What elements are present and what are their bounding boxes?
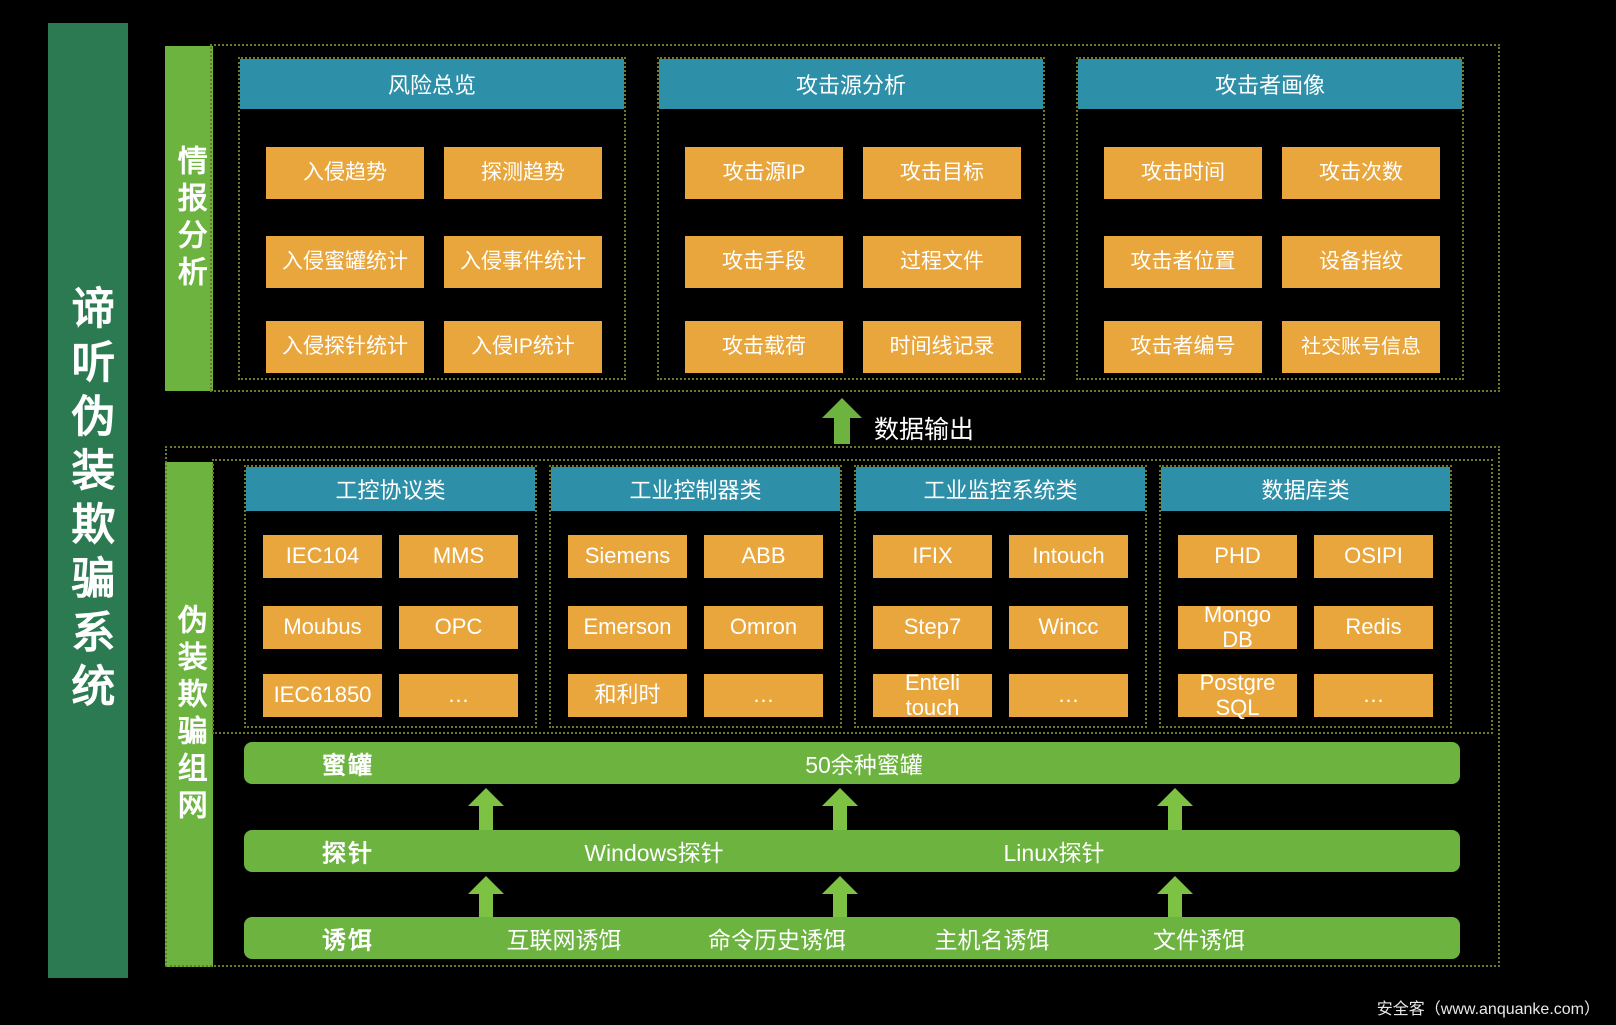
panel-industrial-controllers: 工业控制器类 Siemens ABB Emerson Omron 和利时 …	[549, 465, 842, 728]
cell-item[interactable]: 攻击次数	[1282, 147, 1440, 199]
cell-item[interactable]: 攻击者编号	[1104, 321, 1262, 373]
panel-industrial-monitoring: 工业监控系统类 IFIX Intouch Step7 Wincc Enteli …	[854, 465, 1147, 728]
section-label-intelligence-analysis: 情报分析	[165, 46, 213, 391]
bait-bar-item: 文件诱饵	[1153, 927, 1245, 953]
cell-item[interactable]: 探测趋势	[444, 147, 602, 199]
panel-title: 工控协议类	[246, 467, 535, 511]
cell-item[interactable]: Intouch	[1009, 535, 1128, 578]
cell-item[interactable]: Step7	[873, 606, 992, 649]
panel-ics-protocols: 工控协议类 IEC104 MMS Moubus OPC IEC61850 …	[244, 465, 537, 728]
cell-item[interactable]: 攻击时间	[1104, 147, 1262, 199]
honeypot-bar: 蜜罐 50余种蜜罐	[244, 742, 1460, 784]
probe-bar-label: 探针	[322, 840, 374, 868]
cell-item[interactable]: 入侵蜜罐统计	[266, 236, 424, 288]
probe-to-honeypot-arrow-icon	[1157, 788, 1193, 830]
cell-item[interactable]: 时间线记录	[863, 321, 1021, 373]
cell-item[interactable]: Enteli touch	[873, 670, 992, 719]
cell-item[interactable]: 入侵IP统计	[444, 321, 602, 373]
cell-item[interactable]: 攻击者位置	[1104, 236, 1262, 288]
panel-databases: 数据库类 PHD OSIPI Mongo DB Redis Postgre SQ…	[1159, 465, 1452, 728]
panel-title: 攻击者画像	[1078, 59, 1462, 109]
cell-item[interactable]: 攻击目标	[863, 147, 1021, 199]
panel-risk-overview: 风险总览 入侵趋势 探测趋势 入侵蜜罐统计 入侵事件统计 入侵探针统计 入侵IP…	[238, 57, 626, 380]
cell-item[interactable]: 社交账号信息	[1282, 321, 1440, 373]
cell-item[interactable]: 入侵探针统计	[266, 321, 424, 373]
cell-item[interactable]: …	[704, 674, 823, 717]
system-title-bar: 谛听伪装欺骗系统	[48, 23, 128, 978]
panel-title: 工业控制器类	[551, 467, 840, 511]
honeypot-bar-item: 50余种蜜罐	[805, 752, 923, 778]
cell-item[interactable]: Postgre SQL	[1178, 670, 1297, 719]
cell-item[interactable]: 过程文件	[863, 236, 1021, 288]
cell-item[interactable]: 设备指纹	[1282, 236, 1440, 288]
cell-item[interactable]: PHD	[1178, 535, 1297, 578]
panel-title: 风险总览	[240, 59, 624, 109]
probe-bar-item: Windows探针	[584, 840, 724, 866]
cell-item[interactable]: 攻击载荷	[685, 321, 843, 373]
cell-item[interactable]: ABB	[704, 535, 823, 578]
bait-bar-label: 诱饵	[322, 927, 374, 955]
cell-item[interactable]: IEC104	[263, 535, 382, 578]
section-label-text: 情报分析	[172, 144, 206, 293]
cell-item[interactable]: …	[399, 674, 518, 717]
cell-item[interactable]: OSIPI	[1314, 535, 1433, 578]
bait-to-probe-arrow-icon	[822, 876, 858, 918]
cell-item[interactable]: 入侵事件统计	[444, 236, 602, 288]
panel-title: 工业监控系统类	[856, 467, 1145, 511]
panel-attack-source-analysis: 攻击源分析 攻击源IP 攻击目标 攻击手段 过程文件 攻击载荷 时间线记录	[657, 57, 1045, 380]
cell-item[interactable]: 攻击源IP	[685, 147, 843, 199]
cell-item[interactable]: Mongo DB	[1178, 602, 1297, 651]
cell-item[interactable]: Redis	[1314, 606, 1433, 649]
probe-to-honeypot-arrow-icon	[822, 788, 858, 830]
cell-item[interactable]: IFIX	[873, 535, 992, 578]
cell-item[interactable]: Emerson	[568, 606, 687, 649]
bait-to-probe-arrow-icon	[468, 876, 504, 918]
cell-item[interactable]: …	[1314, 674, 1433, 717]
cell-item[interactable]: MMS	[399, 535, 518, 578]
bait-to-probe-arrow-icon	[1157, 876, 1193, 918]
system-title: 谛听伪装欺骗系统	[64, 284, 114, 717]
cell-item[interactable]: …	[1009, 674, 1128, 717]
cell-item[interactable]: Omron	[704, 606, 823, 649]
bait-bar-item: 互联网诱饵	[506, 927, 622, 953]
cell-item[interactable]: 攻击手段	[685, 236, 843, 288]
data-output-arrow-icon	[822, 398, 862, 444]
probe-to-honeypot-arrow-icon	[468, 788, 504, 830]
watermark: 安全客（www.anquanke.com）	[1376, 1001, 1600, 1018]
panel-title: 数据库类	[1161, 467, 1450, 511]
cell-item[interactable]: 入侵趋势	[266, 147, 424, 199]
probe-bar-item: Linux探针	[1003, 840, 1105, 866]
probe-bar: 探针 Windows探针 Linux探针	[244, 830, 1460, 872]
cell-item[interactable]: Wincc	[1009, 606, 1128, 649]
cell-item[interactable]: 和利时	[568, 674, 687, 717]
diagram-canvas: 谛听伪装欺骗系统 情报分析 伪装欺骗组网 风险总览 入侵趋势 探测趋势 入侵蜜罐…	[0, 0, 1616, 1025]
panel-attacker-profile: 攻击者画像 攻击时间 攻击次数 攻击者位置 设备指纹 攻击者编号 社交账号信息	[1076, 57, 1464, 380]
panel-title: 攻击源分析	[659, 59, 1043, 109]
cell-item[interactable]: IEC61850	[263, 674, 382, 717]
bait-bar-item: 主机名诱饵	[934, 927, 1050, 953]
bait-bar-item: 命令历史诱饵	[708, 927, 846, 953]
cell-item[interactable]: OPC	[399, 606, 518, 649]
honeypot-bar-label: 蜜罐	[322, 752, 374, 780]
data-output-label: 数据输出	[874, 416, 975, 444]
bait-bar: 诱饵 互联网诱饵 命令历史诱饵 主机名诱饵 文件诱饵	[244, 917, 1460, 959]
cell-item[interactable]: Moubus	[263, 606, 382, 649]
cell-item[interactable]: Siemens	[568, 535, 687, 578]
